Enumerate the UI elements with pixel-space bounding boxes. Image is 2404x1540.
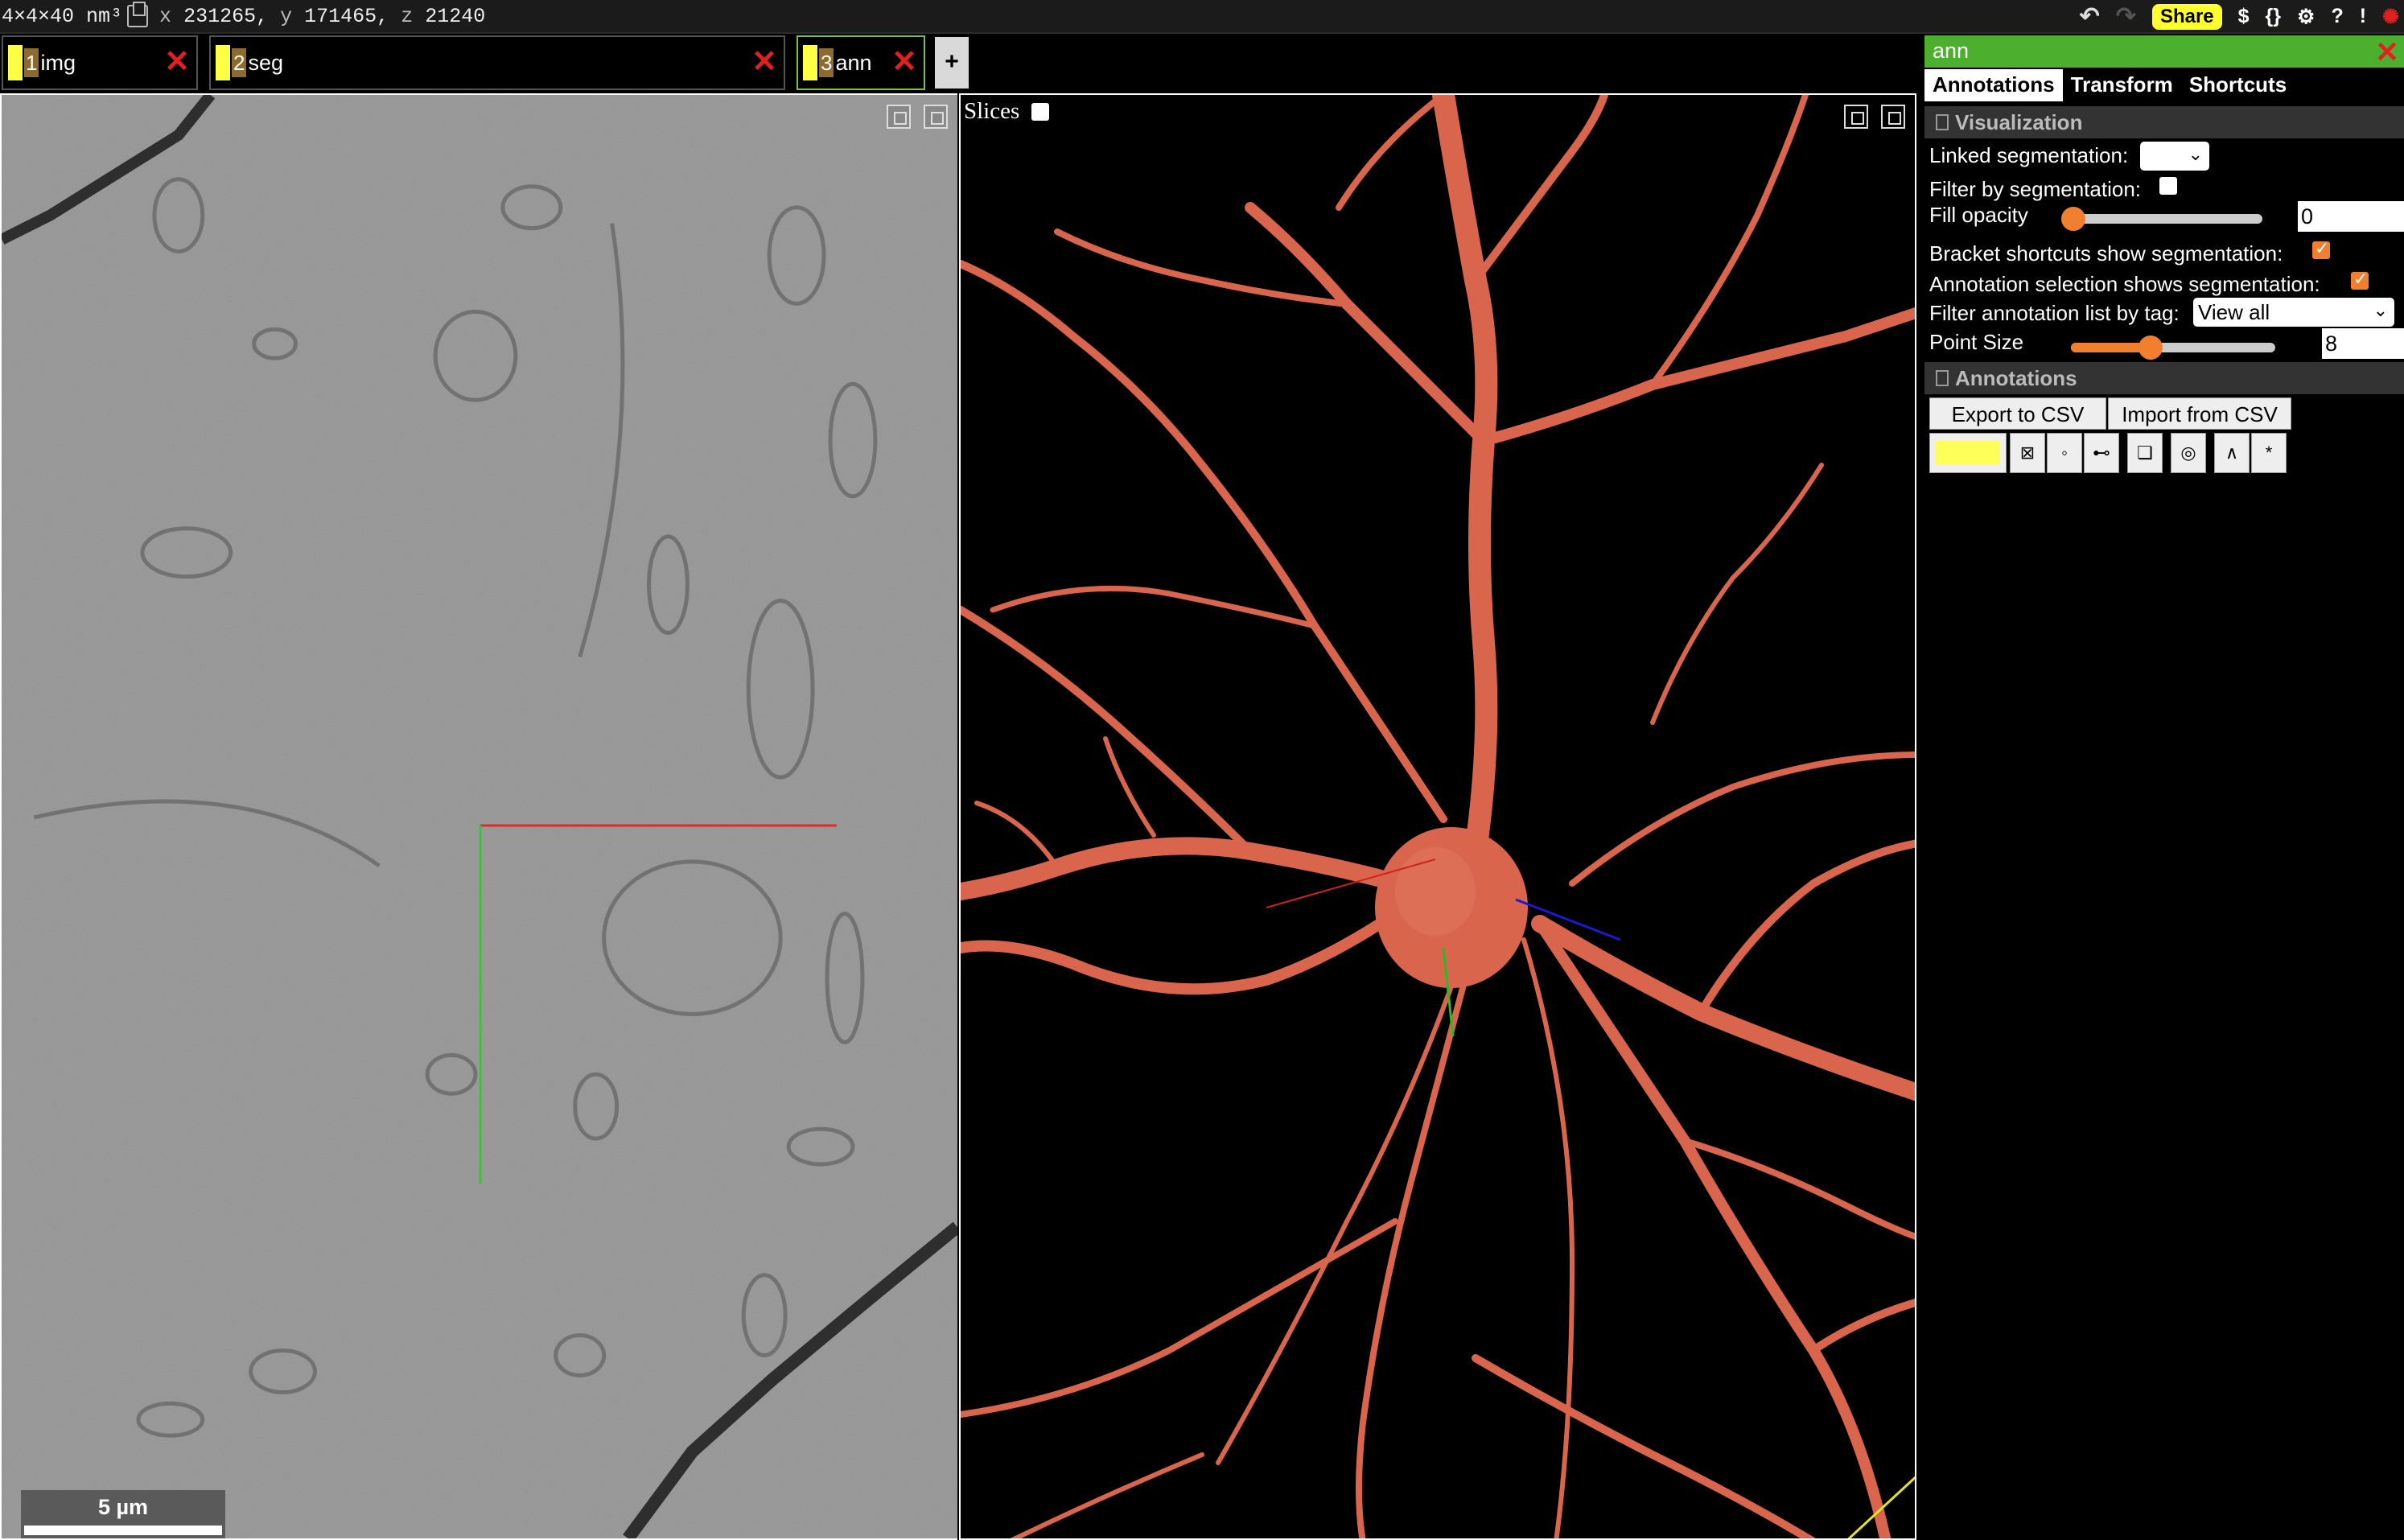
scale-bar-label: 5 µm xyxy=(97,1495,149,1519)
line-tool-icon[interactable]: ⊷ xyxy=(2084,433,2119,473)
undo-icon[interactable]: ↶ xyxy=(2080,2,2100,31)
annotation-color-picker[interactable] xyxy=(1929,433,2007,473)
x-value[interactable]: 231265, xyxy=(183,5,268,28)
filter-by-segmentation-checkbox[interactable] xyxy=(2159,177,2177,195)
import-csv-button[interactable]: Import from CSV xyxy=(2108,397,2291,430)
share-button[interactable]: Share xyxy=(2151,3,2222,30)
layer-tab-img[interactable]: 1 img ✕ xyxy=(2,35,198,90)
fill-opacity-input[interactable] xyxy=(2298,201,2404,232)
export-csv-button[interactable]: Export to CSV xyxy=(1929,397,2106,430)
credits-icon[interactable]: $ xyxy=(2238,5,2250,28)
point-size-input[interactable] xyxy=(2322,328,2404,359)
layer-tab-ann[interactable]: 3 ann ✕ xyxy=(797,35,925,90)
filter-tag-label: Filter annotation list by tag: xyxy=(1929,301,2180,325)
neuron-mesh xyxy=(961,95,1915,1538)
tab-transform[interactable]: Transform xyxy=(2063,69,2181,101)
layer-side-panel: ann ✕ Annotations Transform Shortcuts Vi… xyxy=(1924,35,2404,1540)
collection-tool-icon[interactable]: * xyxy=(2251,433,2287,473)
polyline-tool-icon[interactable]: ∧ xyxy=(2214,433,2250,473)
redo-icon[interactable]: ↷ xyxy=(2116,2,2136,31)
visualization-section-header[interactable]: Visualization xyxy=(1924,106,2404,138)
annotation-selection-label: Annotation selection shows segmentation: xyxy=(1929,272,2320,296)
em-image xyxy=(2,95,957,1538)
section-title: Annotations xyxy=(1955,365,2077,390)
layer-number: 3 xyxy=(819,48,834,77)
z-value[interactable]: 21240 xyxy=(425,5,485,28)
chevron-down-icon: ⌄ xyxy=(2373,300,2388,320)
filter-tag-select[interactable]: View all ⌄ xyxy=(2193,298,2394,327)
3d-view-panel[interactable]: Slices xyxy=(959,93,1916,1540)
help-icon[interactable]: ? xyxy=(2331,5,2343,28)
collapse-icon xyxy=(1936,114,1949,130)
annotation-selection-checkbox[interactable] xyxy=(2351,269,2369,290)
close-icon[interactable]: ✕ xyxy=(164,47,190,77)
collapse-icon xyxy=(1936,370,1949,386)
annotations-section-header[interactable]: Annotations xyxy=(1924,362,2404,394)
bug-icon[interactable]: ✺ xyxy=(2382,5,2399,29)
point-size-thumb[interactable] xyxy=(2138,336,2163,360)
layer-number: 2 xyxy=(232,48,247,77)
bracket-shortcuts-checkbox[interactable] xyxy=(2312,238,2330,259)
layer-visibility-swatch[interactable] xyxy=(8,45,23,80)
layer-visibility-swatch[interactable] xyxy=(216,45,230,80)
scale-bar: 5 µm xyxy=(21,1490,225,1538)
y-value[interactable]: 171465, xyxy=(304,5,389,28)
close-icon[interactable]: ✕ xyxy=(891,47,917,77)
maximize-panel-icon[interactable] xyxy=(1844,105,1868,129)
settings-icon[interactable]: ⚙ xyxy=(2297,5,2315,29)
report-issue-icon[interactable]: ! xyxy=(2360,5,2366,28)
layer-number: 1 xyxy=(24,48,39,77)
slices-label: Slices xyxy=(964,98,1020,124)
fill-opacity-label: Fill opacity xyxy=(1929,203,2028,227)
select-value: View all xyxy=(2198,300,2270,324)
linked-segmentation-select[interactable]: ⌄ xyxy=(2140,142,2209,171)
section-title: Visualization xyxy=(1955,109,2083,134)
scale-bar-line xyxy=(24,1526,222,1535)
close-icon[interactable]: ✕ xyxy=(751,47,777,77)
color-swatch xyxy=(1936,441,2000,465)
linked-segmentation-label: Linked segmentation: xyxy=(1929,143,2129,167)
bounding-box-tool-icon[interactable]: ❏ xyxy=(2127,433,2163,473)
toolbar-right: ↶ ↷ Share $ {} ⚙ ? ! ✺ xyxy=(2080,2,2399,31)
side-panel-header: ann ✕ xyxy=(1924,35,2404,68)
bracket-shortcuts-label: Bracket shortcuts show segmentation: xyxy=(1929,241,2283,266)
layer-name: seg xyxy=(248,50,284,75)
close-icon[interactable]: ✕ xyxy=(2375,35,2399,69)
layer-name: ann xyxy=(835,50,872,75)
maximize-panel-icon[interactable] xyxy=(887,105,911,129)
voxel-size-label: 4×4×40 nm³ xyxy=(2,4,123,28)
chevron-down-icon: ⌄ xyxy=(2188,144,2203,164)
top-status-bar: 4×4×40 nm³ x 231265, y 171465, z 21240 ↶… xyxy=(0,0,2404,34)
popout-panel-icon[interactable] xyxy=(924,105,948,129)
layer-tab-seg[interactable]: 2 seg ✕ xyxy=(209,35,785,90)
filter-by-segmentation-label: Filter by segmentation: xyxy=(1929,177,2142,201)
layer-name: img xyxy=(40,50,76,75)
layer-title[interactable]: ann xyxy=(1933,39,1969,64)
add-layer-button[interactable]: + xyxy=(935,37,969,89)
slices-checkbox[interactable] xyxy=(1031,103,1049,121)
y-label: y xyxy=(280,4,293,28)
point-tool-icon[interactable]: ◦ xyxy=(2047,433,2082,473)
delete-annotation-icon[interactable]: ⊠ xyxy=(2010,433,2045,473)
copy-position-icon[interactable] xyxy=(127,2,149,27)
side-panel-tabs: Annotations Transform Shortcuts xyxy=(1924,69,2295,101)
tab-annotations[interactable]: Annotations xyxy=(1924,69,2063,101)
z-label: z xyxy=(401,4,414,28)
ellipsoid-tool-icon[interactable]: ◎ xyxy=(2171,433,2206,473)
point-size-label: Point Size xyxy=(1929,330,2024,354)
json-state-icon[interactable]: {} xyxy=(2266,5,2281,28)
layer-visibility-swatch[interactable] xyxy=(803,45,817,80)
x-label: x xyxy=(159,4,172,28)
fill-opacity-slider[interactable] xyxy=(2068,214,2262,224)
fill-opacity-thumb[interactable] xyxy=(2061,207,2085,231)
tab-shortcuts[interactable]: Shortcuts xyxy=(2181,69,2295,101)
popout-panel-icon[interactable] xyxy=(1881,105,1905,129)
slice-view-panel[interactable]: 5 µm xyxy=(0,93,957,1540)
position-coordinates[interactable]: x 231265, y 171465, z 21240 xyxy=(159,5,485,28)
